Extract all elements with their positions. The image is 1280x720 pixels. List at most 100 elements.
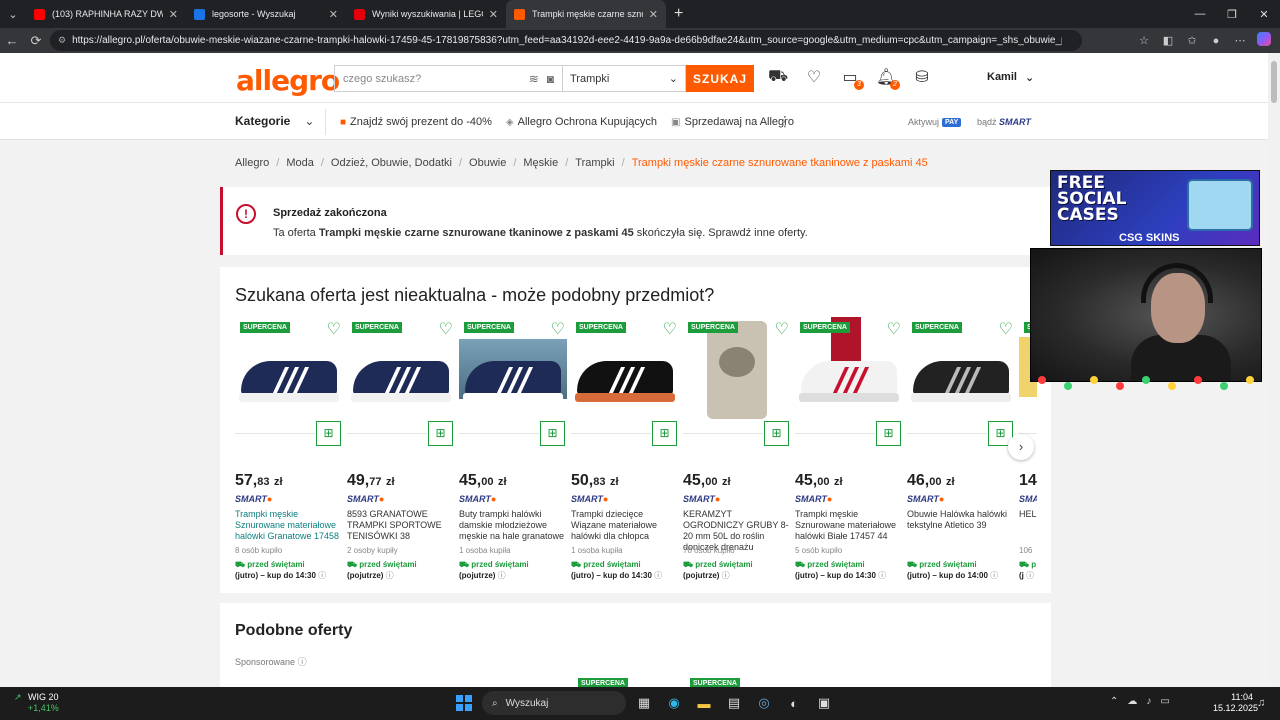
breadcrumb-item[interactable]: Trampki: [575, 157, 614, 169]
product-title[interactable]: Obuwie Halówka halówki tekstylne Atletic…: [907, 509, 1015, 531]
messages-icon[interactable]: ▭ 3: [840, 67, 864, 90]
heart-icon[interactable]: ♡: [887, 322, 901, 338]
search-category-select[interactable]: Trampki ⌄: [562, 65, 686, 92]
reload-icon[interactable]: ⟳: [24, 33, 48, 49]
info-icon[interactable]: ⓘ: [1026, 571, 1034, 580]
minimize-icon[interactable]: —: [1184, 0, 1216, 28]
task-view-icon[interactable]: ▦: [632, 690, 656, 716]
product-card[interactable]: SUPERCENA ♡ ⊞ 45,00 zł SMART● Trampki męskie …: [795, 317, 903, 582]
scrollbar[interactable]: [1268, 53, 1280, 687]
browser-tab[interactable]: legosorte - Wyszukaj ✕: [186, 0, 346, 28]
product-card[interactable]: SUPERCENA ♡ ⊞ 49,77 zł SMART● 8593 GRANATOWE …: [347, 317, 455, 582]
heart-icon[interactable]: ♡: [663, 322, 677, 338]
close-tab-icon[interactable]: ✕: [169, 8, 178, 21]
add-to-cart-icon[interactable]: ⊞: [876, 421, 901, 446]
notification-center-icon[interactable]: ♫: [1257, 697, 1265, 709]
copilot-icon[interactable]: [1254, 32, 1274, 49]
browser-tab[interactable]: Trampki męskie czarne sznurowane ✕: [506, 0, 666, 28]
info-icon[interactable]: ⓘ: [722, 571, 730, 580]
info-icon[interactable]: ⓘ: [990, 571, 998, 580]
tray-expand-icon[interactable]: ⌃: [1110, 696, 1118, 707]
close-tab-icon[interactable]: ✕: [329, 8, 338, 21]
heart-icon[interactable]: ♡: [439, 322, 453, 338]
start-button[interactable]: [452, 690, 476, 716]
microphone-icon[interactable]: ♪: [1146, 696, 1151, 707]
info-icon[interactable]: ⓘ: [386, 571, 394, 580]
delivery-truck-icon[interactable]: ⛟: [768, 67, 788, 87]
add-to-cart-icon[interactable]: ⊞: [764, 421, 789, 446]
file-explorer-icon[interactable]: ▬: [692, 690, 716, 716]
product-title[interactable]: HEL STE RC M: [1019, 509, 1037, 520]
breadcrumb-item[interactable]: Allegro: [235, 157, 269, 169]
notifications-bell-icon[interactable]: 🔔︎ 2: [876, 67, 900, 90]
add-to-cart-icon[interactable]: ⊞: [428, 421, 453, 446]
store-app-icon[interactable]: ▤: [722, 690, 746, 716]
new-tab-button[interactable]: +: [674, 5, 683, 23]
buyer-protection-link[interactable]: ◈ Allegro Ochrona Kupujących: [506, 116, 657, 128]
product-title[interactable]: Buty trampki halówki damskie młodzieżowe…: [459, 509, 567, 542]
search-input[interactable]: czego szukasz? ≋ ◙: [334, 65, 562, 92]
scrollbar-thumb[interactable]: [1271, 61, 1277, 103]
product-card[interactable]: SUPERCENA ♡ ⊞ 46,00 zł SMART● Obuwie Halówka …: [907, 317, 1015, 582]
favorites-icon[interactable]: ✩: [1182, 34, 1202, 47]
breadcrumb-item[interactable]: Trampki męskie czarne sznurowane tkanino…: [632, 157, 928, 169]
breadcrumb-item[interactable]: Moda: [286, 157, 314, 169]
categories-button[interactable]: Kategorie ⌄: [235, 114, 314, 128]
add-to-cart-icon[interactable]: ⊞: [652, 421, 677, 446]
profile-icon[interactable]: ●: [1206, 35, 1226, 47]
system-clock[interactable]: 11:04 15.12.2025: [1213, 692, 1258, 714]
heart-icon[interactable]: ♡: [804, 67, 824, 87]
add-to-cart-icon[interactable]: ⊞: [540, 421, 565, 446]
product-card[interactable]: SUPERCENA ♡ ⊞ 45,00 zł SMART● Buty trampki ha…: [459, 317, 567, 582]
heart-icon[interactable]: ♡: [999, 322, 1013, 338]
cloud-icon[interactable]: ☁: [1127, 696, 1137, 707]
close-tab-icon[interactable]: ✕: [489, 8, 498, 21]
browser-tab[interactable]: (103) RAPHINHA RAZY DWA! BAR ✕: [26, 0, 186, 28]
edge-icon[interactable]: ◉: [662, 690, 686, 716]
breadcrumb-item[interactable]: Męskie: [523, 157, 558, 169]
product-title[interactable]: 8593 GRANATOWE TRAMPKI SPORTOWE TENISÓWK…: [347, 509, 455, 542]
info-icon[interactable]: ⓘ: [298, 657, 307, 667]
site-info-icon[interactable]: ⚙: [58, 35, 66, 46]
close-tab-icon[interactable]: ✕: [649, 8, 658, 21]
taskbar-search[interactable]: ⌕ Wyszukaj: [482, 691, 626, 715]
breadcrumb-item[interactable]: Odzież, Obuwie, Dodatki: [331, 157, 452, 169]
product-card[interactable]: SUPERCENA ♡ ⊞ 57,83 zł SMART● Trampki męskie …: [235, 317, 343, 582]
discord-icon[interactable]: ◐: [782, 690, 806, 716]
heart-icon[interactable]: ♡: [551, 322, 565, 338]
be-smart-link[interactable]: bądź SMART: [977, 117, 1031, 127]
back-icon[interactable]: ←: [0, 33, 24, 48]
heart-icon[interactable]: ♡: [775, 322, 789, 338]
bookmark-icon[interactable]: ☆: [1134, 34, 1154, 47]
maximize-icon[interactable]: ❐: [1216, 0, 1248, 28]
voice-search-icon[interactable]: ≋: [529, 72, 539, 86]
add-to-cart-icon[interactable]: ⊞: [316, 421, 341, 446]
carousel-next-button[interactable]: ›: [1008, 434, 1034, 460]
stock-widget[interactable]: ↗ WIG 20 +1,41%: [14, 692, 59, 714]
product-title[interactable]: Trampki męskie Sznurowane materiałowe ha…: [795, 509, 903, 542]
activate-pay-link[interactable]: Aktywuj PAY: [908, 117, 962, 127]
breadcrumb-item[interactable]: Obuwie: [469, 157, 506, 169]
info-icon[interactable]: ⓘ: [878, 571, 886, 580]
extensions-icon[interactable]: ◧: [1158, 34, 1178, 47]
tab-list-icon[interactable]: ⌄: [0, 0, 26, 28]
product-title[interactable]: Trampki męskie Sznurowane materiałowe ha…: [235, 509, 343, 542]
cart-icon[interactable]: ⛁: [912, 67, 932, 87]
product-card[interactable]: SUPERCENA ♡ ⊞ 45,00 zł SMART● KERAMZYT OGRODN…: [683, 317, 791, 582]
close-window-icon[interactable]: ✕: [1248, 0, 1280, 28]
app-icon[interactable]: ▣: [812, 690, 836, 716]
product-card[interactable]: SUPERCENA ♡ ⊞ 50,83 zł SMART● Trampki dziecię…: [571, 317, 679, 582]
info-icon[interactable]: ⓘ: [654, 571, 662, 580]
gift-promo-link[interactable]: ■ Znajdź swój prezent do -40%: [340, 116, 492, 128]
heart-icon[interactable]: ♡: [327, 322, 341, 338]
info-icon[interactable]: ⓘ: [318, 571, 326, 580]
allegro-logo[interactable]: allegro: [236, 64, 340, 97]
more-options-icon[interactable]: ⋮: [778, 113, 792, 130]
url-field[interactable]: ⚙ https://allegro.pl/oferta/obuwie-meski…: [50, 30, 1082, 51]
info-icon[interactable]: ⓘ: [498, 571, 506, 580]
product-title[interactable]: Trampki dziecięce Wiązane materiałowe ha…: [571, 509, 679, 542]
network-icon[interactable]: ▭: [1160, 696, 1169, 707]
more-icon[interactable]: ⋯: [1230, 34, 1250, 47]
camera-search-icon[interactable]: ◙: [547, 72, 554, 86]
sell-link[interactable]: ▣ Sprzedawaj na Allegro: [671, 116, 794, 128]
